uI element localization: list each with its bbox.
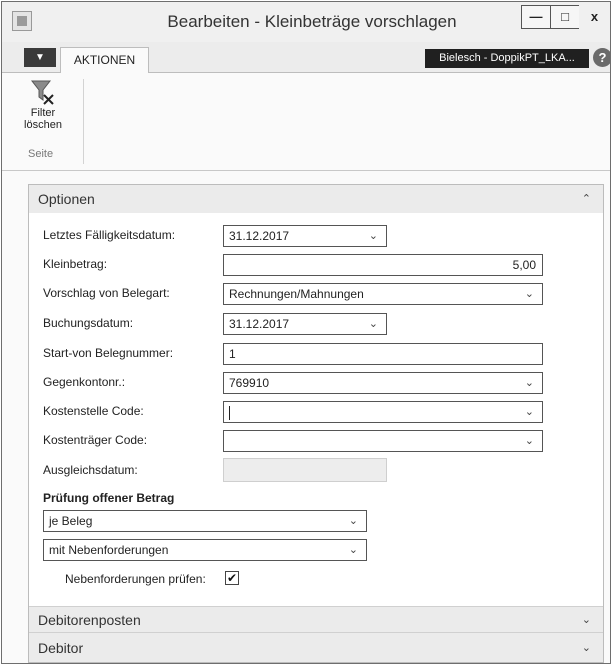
pruefung-select-2-value: mit Nebenforderungen — [49, 543, 169, 557]
close-button[interactable]: x — [579, 5, 610, 29]
letztes-faelligkeitsdatum-field[interactable]: 31.12.2017 ⌄ — [223, 225, 387, 247]
minimize-button[interactable]: — — [521, 5, 551, 29]
fasttab-debitor-header[interactable]: Debitor ⌄ — [29, 632, 603, 662]
window-title: Bearbeiten - Kleinbeträge vorschlagen — [167, 12, 457, 31]
expand-icon: ⌄ — [581, 642, 591, 654]
collapse-icon: ⌃ — [581, 193, 591, 205]
label-kostenstelle: Kostenstelle Code: — [43, 404, 144, 418]
label-kleinbetrag: Kleinbetrag: — [43, 257, 108, 271]
label-kostentraeger: Kostenträger Code: — [43, 433, 148, 447]
start-belegnummer-field[interactable]: 1 — [223, 343, 543, 365]
gegenkontonr-select[interactable]: 769910 ⌄ — [223, 372, 543, 394]
label-buchungsdatum: Buchungsdatum: — [43, 316, 134, 330]
chevron-down-icon: ⌄ — [524, 406, 534, 418]
maximize-button[interactable]: □ — [550, 5, 580, 29]
buchungsdatum-value: 31.12.2017 — [229, 317, 290, 331]
chevron-down-icon: ⌄ — [368, 318, 378, 330]
tab-aktionen[interactable]: AKTIONEN — [60, 47, 149, 73]
filter-loeschen-button[interactable]: Filter löschen — [16, 79, 70, 143]
ribbon-group-label: Seite — [28, 148, 54, 160]
buchungsdatum-field[interactable]: 31.12.2017 ⌄ — [223, 313, 387, 335]
title-bar: Bearbeiten - Kleinbeträge vorschlagen — … — [2, 2, 610, 42]
pruefung-select-1-value: je Beleg — [49, 514, 93, 528]
help-icon[interactable]: ? — [593, 48, 610, 67]
fasttab-debitor-title: Debitor — [38, 640, 84, 656]
vorschlag-belegart-value: Rechnungen/Mahnungen — [229, 287, 364, 301]
kleinbetrag-field[interactable]: 5,00 — [223, 254, 543, 276]
page-content: Optionen ⌃ Letztes Fälligkeitsdatum: 31.… — [28, 184, 604, 663]
pruefung-section-title: Prüfung offener Betrag — [43, 491, 175, 505]
fasttab-optionen-header[interactable]: Optionen ⌃ — [29, 185, 603, 213]
label-letztes-faelligkeitsdatum: Letztes Fälligkeitsdatum: — [43, 228, 176, 242]
app-icon — [12, 11, 32, 31]
filter-button-label-1: Filter — [30, 107, 56, 119]
chevron-down-icon: ⌄ — [348, 515, 358, 527]
optionen-body: Letztes Fälligkeitsdatum: 31.12.2017 ⌄ K… — [29, 213, 603, 606]
nebenforderungen-pruefen-checkbox[interactable]: ✔ — [225, 571, 239, 585]
chevron-down-icon: ⌄ — [524, 377, 534, 389]
chevron-down-icon: ⌄ — [368, 230, 378, 242]
chevron-down-icon: ⌄ — [524, 435, 534, 447]
fasttab-optionen-title: Optionen — [38, 191, 95, 207]
company-indicator[interactable]: Bielesch - DoppikPT_LKA... — [425, 49, 589, 68]
dialog-window: Bearbeiten - Kleinbeträge vorschlagen — … — [1, 1, 611, 664]
label-nebenforderungen-pruefen: Nebenforderungen prüfen: — [65, 572, 206, 586]
kostentraeger-select[interactable]: ⌄ — [223, 430, 543, 452]
ribbon-panel: Filter löschen Seite — [2, 73, 610, 171]
kostenstelle-select[interactable]: ⌄ — [223, 401, 543, 423]
filter-button-label-2: löschen — [24, 119, 62, 131]
chevron-down-icon: ⌄ — [348, 544, 358, 556]
gegenkontonr-value: 769910 — [229, 376, 270, 390]
chevron-down-icon: ⌄ — [524, 288, 534, 300]
filter-clear-icon — [30, 80, 54, 105]
label-gegenkontonr: Gegenkontonr.: — [43, 375, 126, 389]
pruefung-select-1[interactable]: je Beleg ⌄ — [43, 510, 367, 532]
ribbon-group-divider — [83, 79, 84, 164]
ausgleichsdatum-field — [223, 458, 387, 482]
expand-icon: ⌄ — [581, 614, 591, 626]
text-cursor — [229, 405, 230, 420]
vorschlag-belegart-select[interactable]: Rechnungen/Mahnungen ⌄ — [223, 283, 543, 305]
fasttab-debitorenposten-header[interactable]: Debitorenposten ⌄ — [29, 606, 603, 632]
label-start-belegnummer: Start-von Belegnummer: — [43, 346, 174, 360]
pruefung-select-2[interactable]: mit Nebenforderungen ⌄ — [43, 539, 367, 561]
label-ausgleichsdatum: Ausgleichsdatum: — [43, 463, 138, 477]
application-menu-button[interactable]: ▼ — [24, 48, 56, 67]
label-vorschlag-belegart: Vorschlag von Belegart: — [43, 286, 170, 300]
letztes-faelligkeitsdatum-value: 31.12.2017 — [229, 229, 290, 243]
ribbon-tab-bar: ▼ AKTIONEN Bielesch - DoppikPT_LKA... ? — [2, 42, 610, 73]
fasttab-debitorenposten-title: Debitorenposten — [38, 612, 141, 628]
